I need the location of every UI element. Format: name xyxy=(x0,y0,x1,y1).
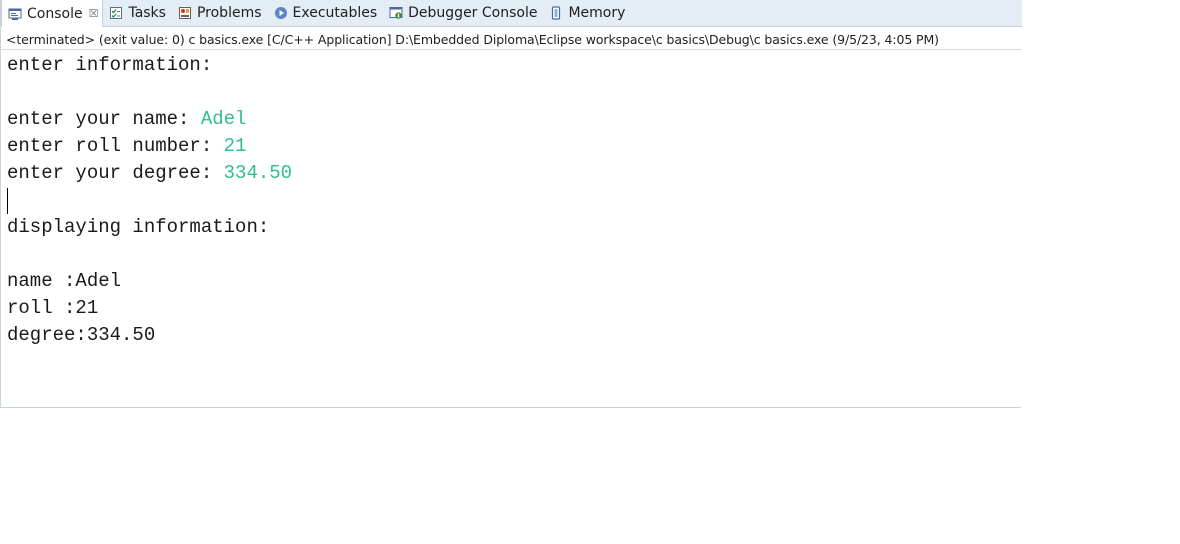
tab-label: Problems xyxy=(196,5,262,21)
console-line: enter your name: Adel xyxy=(7,106,292,133)
memory-icon xyxy=(548,5,564,21)
tab-console[interactable]: Console ☒ xyxy=(1,0,104,27)
console-output[interactable]: enter information: enter your name: Adel… xyxy=(7,52,292,349)
console-icon xyxy=(7,6,23,22)
console-view: Console ☒ Tasks Problems Executables Deb… xyxy=(0,0,1022,408)
tab-label: Debugger Console xyxy=(408,5,538,21)
console-line: enter your degree: 334.50 xyxy=(7,160,292,187)
prompt-text: enter roll number: xyxy=(7,135,224,157)
tab-executables[interactable]: Executables xyxy=(268,0,384,26)
user-input-text: Adel xyxy=(200,108,247,130)
tab-label: Console xyxy=(27,5,83,22)
tab-problems[interactable]: Problems xyxy=(172,0,268,26)
tab-label: Tasks xyxy=(128,5,166,21)
user-input-text: 334.50 xyxy=(223,162,293,184)
console-line: enter roll number: 21 xyxy=(7,133,292,160)
process-status-line: <terminated> (exit value: 0) c basics.ex… xyxy=(6,32,939,47)
text-caret xyxy=(7,188,8,214)
tab-label: Memory xyxy=(568,5,626,21)
console-line: enter information: xyxy=(7,54,213,76)
problems-icon xyxy=(177,5,193,21)
console-line: degree:334.50 xyxy=(7,324,156,346)
divider xyxy=(1,49,1022,50)
console-line: displaying information: xyxy=(7,216,270,238)
executables-icon xyxy=(273,5,289,21)
tasks-icon xyxy=(108,5,124,21)
user-input-text: 21 xyxy=(223,135,247,157)
debugger-console-icon xyxy=(388,5,404,21)
prompt-text: enter your name: xyxy=(7,108,201,130)
tab-memory[interactable]: Memory xyxy=(543,0,631,26)
close-icon[interactable]: ☒ xyxy=(89,7,99,20)
console-caret-line xyxy=(7,187,292,214)
console-line: name :Adel xyxy=(7,270,122,292)
console-line: roll :21 xyxy=(7,297,99,319)
tab-tasks[interactable]: Tasks xyxy=(103,0,172,26)
prompt-text: enter your degree: xyxy=(7,162,224,184)
tab-debugger-console[interactable]: Debugger Console xyxy=(383,0,543,26)
tab-label: Executables xyxy=(292,5,378,21)
view-tab-bar: Console ☒ Tasks Problems Executables Deb… xyxy=(1,0,1022,27)
